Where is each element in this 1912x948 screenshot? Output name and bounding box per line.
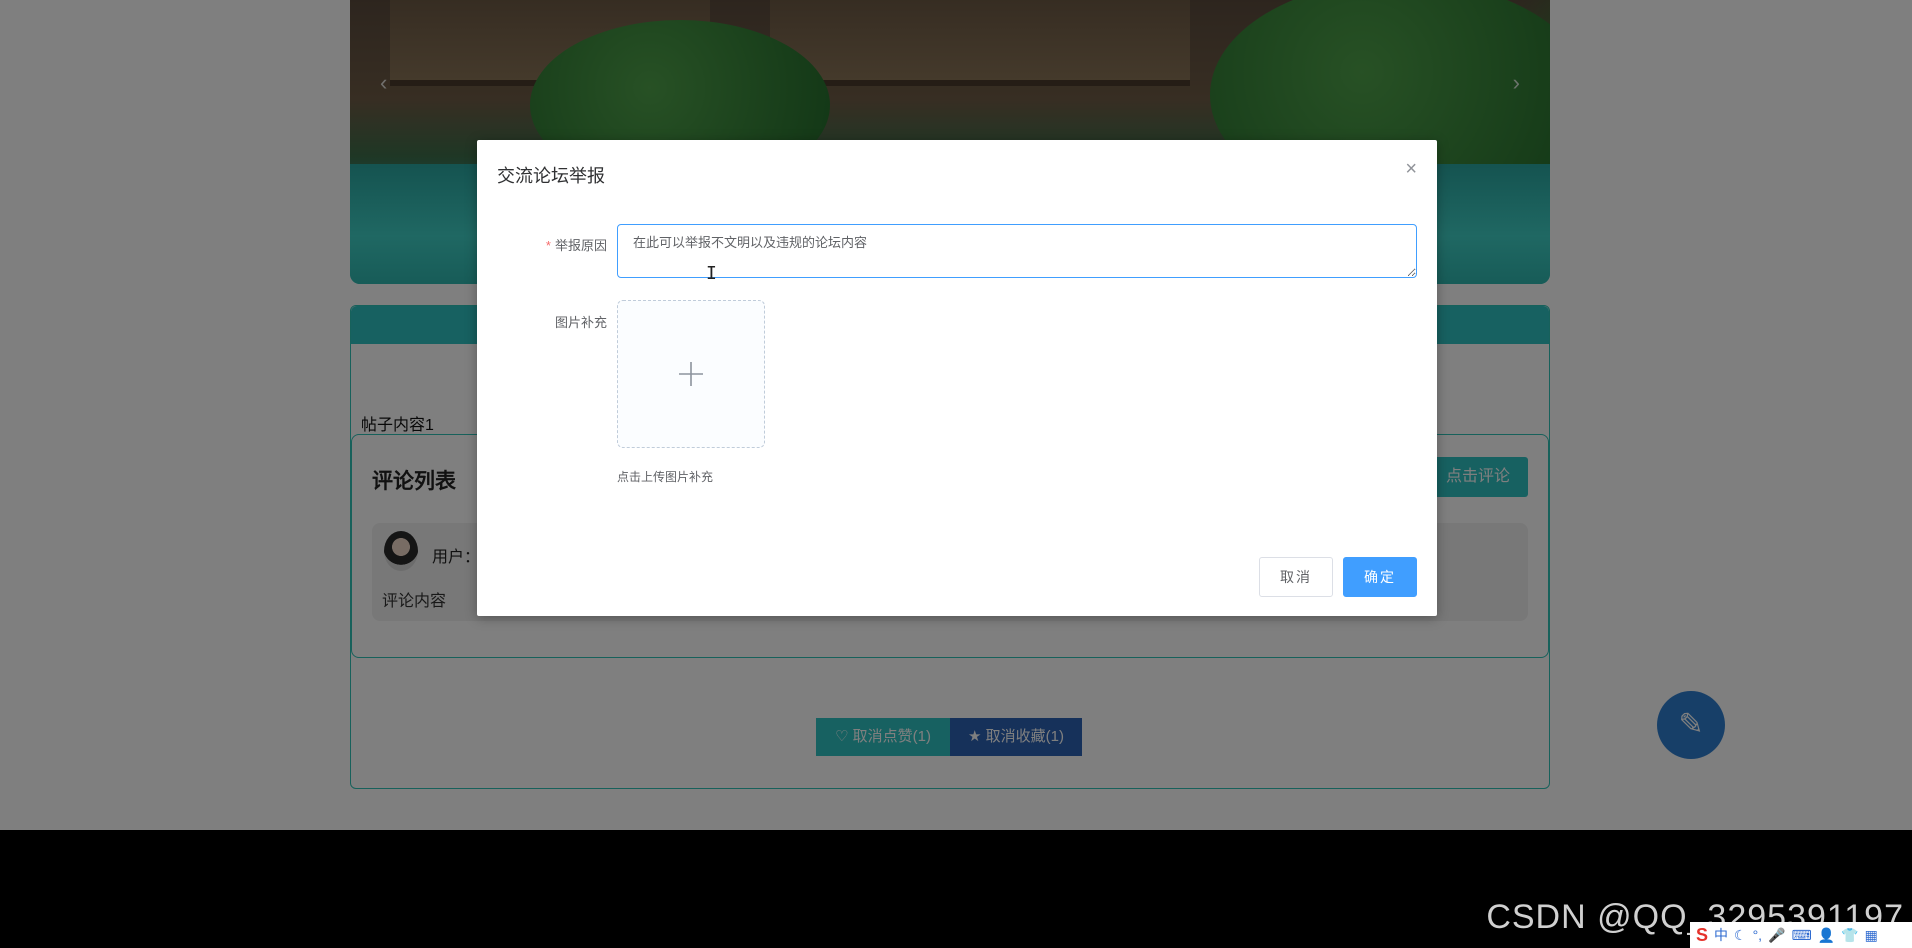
ime-mode[interactable]: 中 — [1714, 925, 1728, 945]
shirt-icon[interactable]: 👕 — [1841, 927, 1858, 944]
reason-label-row: * 举报原因 — [477, 235, 607, 254]
reason-textarea[interactable]: 在此可以举报不文明以及违规的论坛内容 — [617, 224, 1417, 278]
punctuation-icon[interactable]: °, — [1753, 927, 1763, 943]
grid-icon[interactable]: ▦ — [1865, 927, 1878, 944]
reason-label: 举报原因 — [554, 238, 607, 253]
confirm-button[interactable]: 确定 — [1343, 557, 1417, 597]
moon-icon[interactable]: ☾ — [1734, 927, 1747, 944]
dialog-title: 交流论坛举报 — [497, 166, 605, 186]
plus-icon — [679, 362, 703, 386]
user-icon[interactable]: 👤 — [1818, 927, 1835, 944]
report-dialog: 交流论坛举报 × * 举报原因 在此可以举报不文明以及违规的论坛内容 图片补充 点… — [477, 140, 1437, 616]
image-label: 图片补充 — [554, 315, 607, 330]
close-icon[interactable]: × — [1405, 158, 1417, 181]
ime-logo-icon[interactable]: S — [1696, 925, 1708, 946]
text-cursor-icon: I — [706, 263, 717, 284]
image-upload-button[interactable] — [617, 300, 765, 448]
mic-icon[interactable]: 🎤 — [1768, 927, 1785, 944]
bottom-bar: CSDN @QQ_3295391197 — [0, 830, 1912, 948]
upload-tip: 点击上传图片补充 — [617, 470, 714, 484]
required-asterisk: * — [545, 238, 551, 253]
cancel-button[interactable]: 取消 — [1259, 557, 1333, 597]
keyboard-icon[interactable]: ⌨ — [1792, 927, 1812, 944]
system-tray: S 中 ☾ °, 🎤 ⌨ 👤 👕 ▦ — [1690, 922, 1912, 948]
